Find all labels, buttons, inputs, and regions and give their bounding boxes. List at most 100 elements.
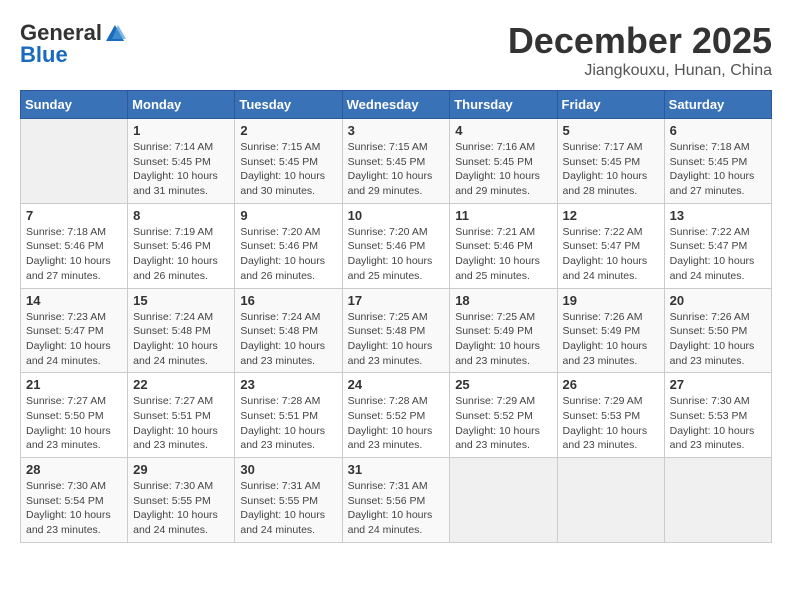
day-number: 18	[455, 293, 551, 308]
day-info: Sunrise: 7:22 AMSunset: 5:47 PMDaylight:…	[670, 225, 766, 284]
day-number: 5	[563, 123, 659, 138]
calendar-cell: 14 Sunrise: 7:23 AMSunset: 5:47 PMDayligh…	[21, 288, 128, 373]
calendar-cell: 7Sunrise: 7:18 AMSunset: 5:46 PMDaylight…	[21, 203, 128, 288]
day-number: 29	[133, 462, 229, 477]
weekday-header: Wednesday	[342, 91, 450, 119]
day-info: Sunrise: 7:21 AMSunset: 5:46 PMDaylight:…	[455, 225, 551, 284]
day-info: Sunrise: 7:20 AMSunset: 5:46 PMDaylight:…	[240, 225, 336, 284]
calendar-header-row: SundayMondayTuesdayWednesdayThursdayFrid…	[21, 91, 772, 119]
day-info: Sunrise: 7:29 AMSunset: 5:52 PMDaylight:…	[455, 394, 551, 453]
calendar-cell: 2 Sunrise: 7:15 AMSunset: 5:45 PMDaylight…	[235, 119, 342, 204]
day-info: Sunrise: 7:15 AMSunset: 5:45 PMDaylight:…	[348, 140, 445, 199]
day-number: 13	[670, 208, 766, 223]
calendar-cell: 3 Sunrise: 7:15 AMSunset: 5:45 PMDaylight…	[342, 119, 450, 204]
day-info: Sunrise: 7:30 AMSunset: 5:55 PMDaylight:…	[133, 479, 229, 538]
day-info: Sunrise: 7:19 AMSunset: 5:46 PMDaylight:…	[133, 225, 229, 284]
calendar-week-row: 14 Sunrise: 7:23 AMSunset: 5:47 PMDayligh…	[21, 288, 772, 373]
calendar-cell: 13 Sunrise: 7:22 AMSunset: 5:47 PMDayligh…	[664, 203, 771, 288]
page-header: General Blue December 2025 Jiangkouxu, H…	[20, 20, 772, 80]
calendar-cell: 10 Sunrise: 7:20 AMSunset: 5:46 PMDayligh…	[342, 203, 450, 288]
location-title: Jiangkouxu, Hunan, China	[508, 62, 772, 80]
calendar-cell: 4Sunrise: 7:16 AMSunset: 5:45 PMDaylight…	[450, 119, 557, 204]
day-number: 9	[240, 208, 336, 223]
day-info: Sunrise: 7:26 AMSunset: 5:49 PMDaylight:…	[563, 310, 659, 369]
day-number: 11	[455, 208, 551, 223]
calendar-cell: 26 Sunrise: 7:29 AMSunset: 5:53 PMDayligh…	[557, 373, 664, 458]
calendar-cell: 20 Sunrise: 7:26 AMSunset: 5:50 PMDayligh…	[664, 288, 771, 373]
calendar-cell: 25 Sunrise: 7:29 AMSunset: 5:52 PMDayligh…	[450, 373, 557, 458]
weekday-header: Tuesday	[235, 91, 342, 119]
weekday-header: Thursday	[450, 91, 557, 119]
day-number: 10	[348, 208, 445, 223]
calendar-cell: 27 Sunrise: 7:30 AMSunset: 5:53 PMDayligh…	[664, 373, 771, 458]
calendar-table: SundayMondayTuesdayWednesdayThursdayFrid…	[20, 90, 772, 543]
day-number: 23	[240, 377, 336, 392]
logo-blue-text: Blue	[20, 42, 68, 68]
day-info: Sunrise: 7:16 AMSunset: 5:45 PMDaylight:…	[455, 140, 551, 199]
day-info: Sunrise: 7:14 AMSunset: 5:45 PMDaylight:…	[133, 140, 229, 199]
day-info: Sunrise: 7:26 AMSunset: 5:50 PMDaylight:…	[670, 310, 766, 369]
calendar-cell: 19 Sunrise: 7:26 AMSunset: 5:49 PMDayligh…	[557, 288, 664, 373]
day-number: 19	[563, 293, 659, 308]
day-info: Sunrise: 7:18 AMSunset: 5:45 PMDaylight:…	[670, 140, 766, 199]
day-info: Sunrise: 7:31 AMSunset: 5:55 PMDaylight:…	[240, 479, 336, 538]
day-number: 28	[26, 462, 122, 477]
day-number: 12	[563, 208, 659, 223]
day-number: 20	[670, 293, 766, 308]
day-info: Sunrise: 7:18 AMSunset: 5:46 PMDaylight:…	[26, 225, 122, 284]
weekday-header: Sunday	[21, 91, 128, 119]
month-title: December 2025	[508, 20, 772, 62]
logo: General Blue	[20, 20, 126, 68]
day-info: Sunrise: 7:30 AMSunset: 5:53 PMDaylight:…	[670, 394, 766, 453]
day-number: 3	[348, 123, 445, 138]
day-number: 30	[240, 462, 336, 477]
calendar-cell: 9 Sunrise: 7:20 AMSunset: 5:46 PMDaylight…	[235, 203, 342, 288]
calendar-cell: 16 Sunrise: 7:24 AMSunset: 5:48 PMDayligh…	[235, 288, 342, 373]
calendar-cell: 29 Sunrise: 7:30 AMSunset: 5:55 PMDayligh…	[128, 458, 235, 543]
day-number: 8	[133, 208, 229, 223]
day-number: 27	[670, 377, 766, 392]
calendar-cell: 6 Sunrise: 7:18 AMSunset: 5:45 PMDaylight…	[664, 119, 771, 204]
title-area: December 2025 Jiangkouxu, Hunan, China	[508, 20, 772, 80]
day-info: Sunrise: 7:23 AMSunset: 5:47 PMDaylight:…	[26, 310, 122, 369]
day-info: Sunrise: 7:17 AMSunset: 5:45 PMDaylight:…	[563, 140, 659, 199]
logo-icon	[104, 23, 126, 43]
calendar-cell: 18 Sunrise: 7:25 AMSunset: 5:49 PMDayligh…	[450, 288, 557, 373]
day-number: 22	[133, 377, 229, 392]
weekday-header: Monday	[128, 91, 235, 119]
calendar-cell: 17Sunrise: 7:25 AMSunset: 5:48 PMDayligh…	[342, 288, 450, 373]
day-number: 2	[240, 123, 336, 138]
day-number: 6	[670, 123, 766, 138]
day-info: Sunrise: 7:28 AMSunset: 5:52 PMDaylight:…	[348, 394, 445, 453]
day-number: 17	[348, 293, 445, 308]
calendar-cell: 28 Sunrise: 7:30 AMSunset: 5:54 PMDayligh…	[21, 458, 128, 543]
calendar-cell	[557, 458, 664, 543]
day-info: Sunrise: 7:30 AMSunset: 5:54 PMDaylight:…	[26, 479, 122, 538]
calendar-cell: 30 Sunrise: 7:31 AMSunset: 5:55 PMDayligh…	[235, 458, 342, 543]
day-number: 25	[455, 377, 551, 392]
day-info: Sunrise: 7:15 AMSunset: 5:45 PMDaylight:…	[240, 140, 336, 199]
calendar-cell	[21, 119, 128, 204]
calendar-cell: 11 Sunrise: 7:21 AMSunset: 5:46 PMDayligh…	[450, 203, 557, 288]
day-number: 14	[26, 293, 122, 308]
calendar-cell: 22 Sunrise: 7:27 AMSunset: 5:51 PMDayligh…	[128, 373, 235, 458]
calendar-week-row: 7Sunrise: 7:18 AMSunset: 5:46 PMDaylight…	[21, 203, 772, 288]
day-info: Sunrise: 7:25 AMSunset: 5:49 PMDaylight:…	[455, 310, 551, 369]
day-info: Sunrise: 7:27 AMSunset: 5:50 PMDaylight:…	[26, 394, 122, 453]
day-number: 31	[348, 462, 445, 477]
day-info: Sunrise: 7:31 AMSunset: 5:56 PMDaylight:…	[348, 479, 445, 538]
calendar-cell	[664, 458, 771, 543]
day-info: Sunrise: 7:22 AMSunset: 5:47 PMDaylight:…	[563, 225, 659, 284]
day-number: 16	[240, 293, 336, 308]
calendar-cell: 21Sunrise: 7:27 AMSunset: 5:50 PMDayligh…	[21, 373, 128, 458]
calendar-cell: 15Sunrise: 7:24 AMSunset: 5:48 PMDayligh…	[128, 288, 235, 373]
calendar-cell	[450, 458, 557, 543]
day-number: 26	[563, 377, 659, 392]
calendar-week-row: 28 Sunrise: 7:30 AMSunset: 5:54 PMDayligh…	[21, 458, 772, 543]
day-info: Sunrise: 7:24 AMSunset: 5:48 PMDaylight:…	[240, 310, 336, 369]
calendar-week-row: 1Sunrise: 7:14 AMSunset: 5:45 PMDaylight…	[21, 119, 772, 204]
calendar-cell: 1Sunrise: 7:14 AMSunset: 5:45 PMDaylight…	[128, 119, 235, 204]
day-info: Sunrise: 7:27 AMSunset: 5:51 PMDaylight:…	[133, 394, 229, 453]
day-info: Sunrise: 7:20 AMSunset: 5:46 PMDaylight:…	[348, 225, 445, 284]
day-info: Sunrise: 7:29 AMSunset: 5:53 PMDaylight:…	[563, 394, 659, 453]
